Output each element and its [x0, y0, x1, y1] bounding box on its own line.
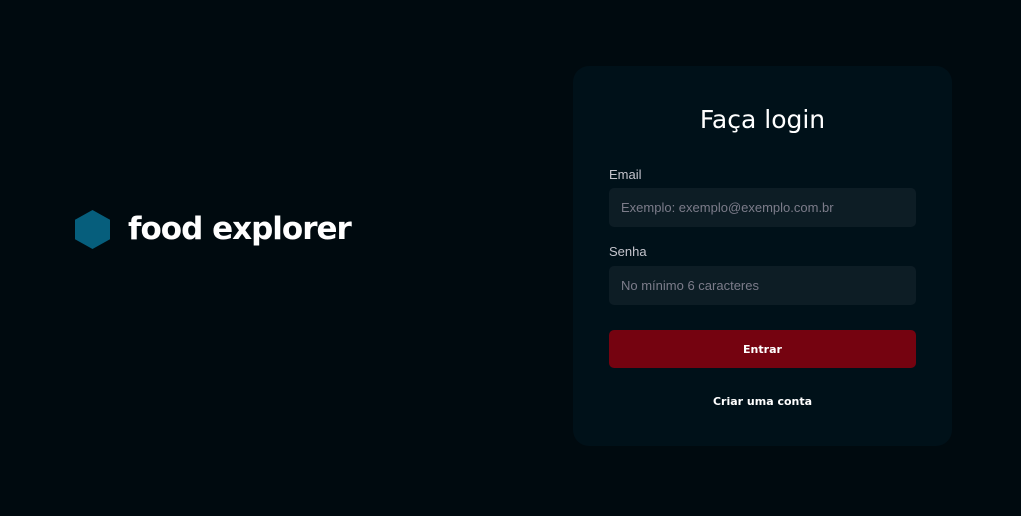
login-title: Faça login [699, 105, 826, 134]
password-input[interactable] [609, 266, 916, 305]
login-button[interactable]: Entrar [609, 330, 916, 368]
brand-logo: food explorer [75, 209, 352, 249]
create-account-link[interactable]: Criar uma conta [609, 394, 916, 410]
email-label: Email [609, 167, 642, 182]
brand-name: food explorer [128, 211, 352, 247]
password-label: Senha [609, 244, 647, 259]
email-input[interactable] [609, 188, 916, 227]
hexagon-icon [75, 209, 110, 249]
